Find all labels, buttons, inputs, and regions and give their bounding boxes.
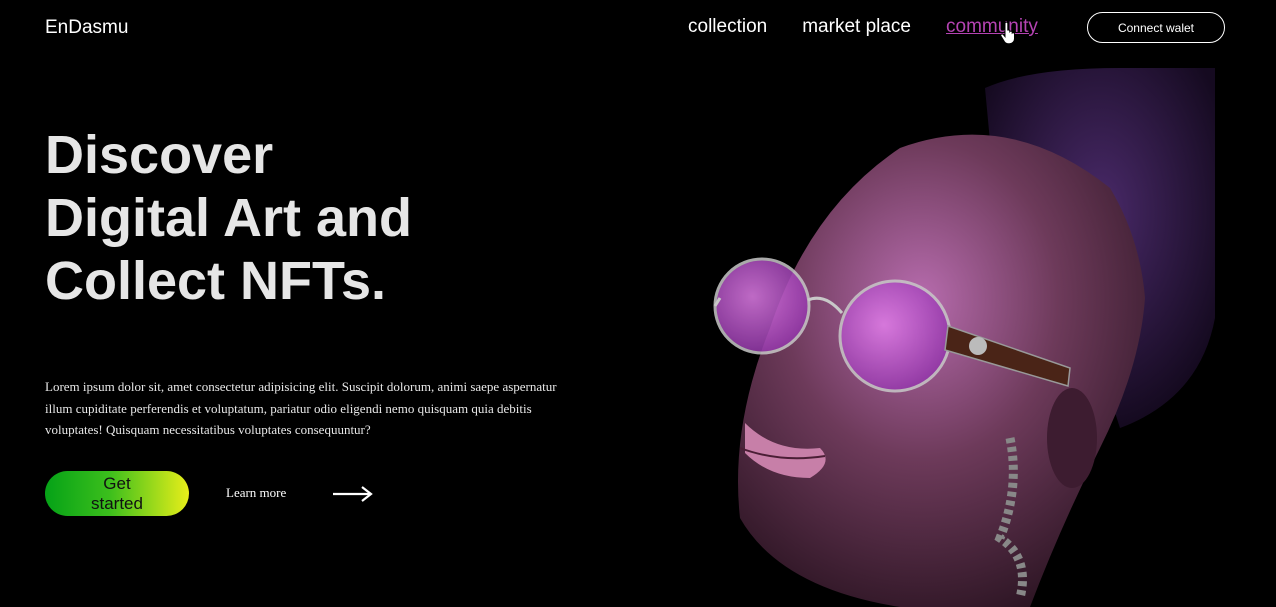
nav-collection[interactable]: collection [688,16,767,38]
portrait-image [700,68,1220,607]
main-nav: collection market place community [688,16,1038,38]
nav-market-place[interactable]: market place [802,16,911,38]
hero-description: Lorem ipsum dolor sit, amet consectetur … [45,379,557,437]
hero-title-line: Discover [45,125,274,185]
hand-pointer-icon [1000,22,1015,44]
arrow-right-icon[interactable] [331,483,375,505]
site-logo[interactable]: EnDasmu [45,17,128,39]
hero-title: Discover Digital Art and Collect NFTs. [45,124,412,313]
get-started-button[interactable]: Get started [45,471,189,516]
hero-title-line: Collect NFTs. [45,251,387,311]
nav-community[interactable]: community [946,16,1038,38]
learn-more-link[interactable]: Learn more [226,485,286,501]
hero-title-line: Digital Art and [45,188,413,248]
connect-wallet-button[interactable]: Connect walet [1087,12,1225,43]
